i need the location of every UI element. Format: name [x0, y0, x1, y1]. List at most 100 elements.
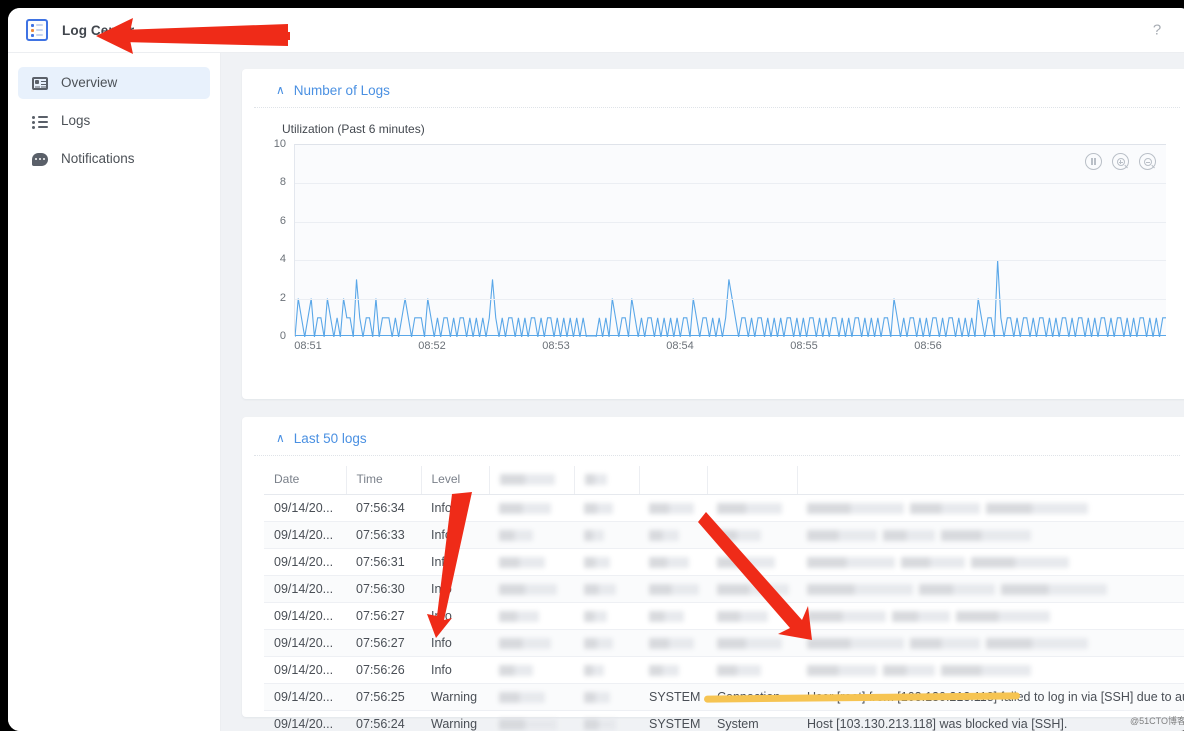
- table-row[interactable]: 09/14/20... 07:56:25 Warning SYSTEM Connecti…: [264, 683, 1184, 711]
- log-count-line: [295, 145, 1166, 337]
- cell-blurred-4: [707, 521, 797, 549]
- redacted-block: [807, 611, 886, 623]
- cell-blurred-2: [574, 629, 639, 657]
- table-row[interactable]: 09/14/20... 07:56:26 Info: [264, 656, 1184, 684]
- cell-blurred-2: [574, 494, 639, 522]
- redacted-block: [649, 503, 694, 515]
- cell-date: 09/14/20...: [264, 629, 346, 657]
- log-center-window: Log Center ? Overview Logs Notifications…: [8, 8, 1184, 731]
- cell-blurred-1: [489, 521, 574, 549]
- cell-level: Warning: [421, 710, 489, 731]
- cell-blurred-5: [797, 602, 1184, 630]
- sidebar-item-logs[interactable]: Logs: [18, 105, 210, 137]
- cell-date: 09/14/20...: [264, 521, 346, 549]
- number-of-logs-header[interactable]: ∧ Number of Logs: [254, 69, 1180, 108]
- cell-date: 09/14/20...: [264, 710, 346, 731]
- plot-area[interactable]: [294, 144, 1166, 336]
- y-axis: 0 2 4 6 8 10: [264, 138, 286, 342]
- column-header-date[interactable]: Date: [264, 466, 347, 495]
- redacted-block: [584, 638, 613, 650]
- cell-blurred-3: [639, 548, 707, 576]
- redacted-block: [807, 503, 904, 515]
- redacted-block: [584, 719, 616, 731]
- cell-message: User [root] from [103.130.213.118] faile…: [797, 683, 1184, 711]
- table-row[interactable]: 09/14/20... 07:56:30 Info: [264, 575, 1184, 603]
- table-row[interactable]: 09/14/20... 07:56:34 Info: [264, 494, 1184, 522]
- cell-blurred-3: [639, 629, 707, 657]
- cell-time: 07:56:30: [346, 575, 421, 603]
- column-header-blurred-3[interactable]: [639, 466, 708, 495]
- redacted-block: [499, 557, 545, 569]
- y-axis-tick: 4: [279, 253, 286, 266]
- redacted-block: [499, 611, 539, 623]
- sidebar-item-notifications[interactable]: Notifications: [18, 143, 210, 175]
- redacted-block: [807, 557, 895, 569]
- gridline: [295, 183, 1166, 185]
- sidebar-item-label: Overview: [61, 75, 118, 91]
- table-row[interactable]: 09/14/20... 07:56:24 Warning SYSTEM System Ho…: [264, 710, 1184, 731]
- cell-blurred-1: [489, 494, 574, 522]
- cell-blurred-5: [797, 629, 1184, 657]
- chart-container: Utilization (Past 6 minutes) 0 2 4 6 8 10: [242, 108, 1184, 376]
- zoom-in-button[interactable]: [1112, 153, 1129, 170]
- y-axis-tick: 8: [279, 176, 286, 189]
- zoom-out-button[interactable]: [1139, 153, 1156, 170]
- chevron-up-icon[interactable]: ∧: [276, 431, 285, 445]
- y-axis-tick: 2: [279, 291, 286, 304]
- cell-date: 09/14/20...: [264, 656, 346, 684]
- cell-blurred-3: [639, 575, 707, 603]
- redacted-block: [649, 584, 699, 596]
- redacted-block: [499, 692, 545, 704]
- cell-blurred-1: [489, 602, 574, 630]
- redacted-block: [649, 611, 684, 623]
- redacted-block: [499, 530, 533, 542]
- cell-date: 09/14/20...: [264, 575, 346, 603]
- chevron-up-icon[interactable]: ∧: [276, 83, 285, 97]
- column-header-time[interactable]: Time: [346, 466, 422, 495]
- main-content: ∧ Number of Logs Utilization (Past 6 min…: [221, 53, 1184, 731]
- cell-blurred-3: [639, 521, 707, 549]
- cell-blurred-4: [707, 629, 797, 657]
- last-50-logs-header[interactable]: ∧ Last 50 logs: [254, 417, 1180, 456]
- table-row[interactable]: 09/14/20... 07:56:31 Info: [264, 548, 1184, 576]
- cell-blurred-4: [707, 575, 797, 603]
- redacted-block: [717, 557, 775, 569]
- cell-level: Info: [421, 629, 489, 657]
- cell-blurred-4: [707, 656, 797, 684]
- column-header-level[interactable]: Level: [421, 466, 490, 495]
- help-icon[interactable]: ?: [1148, 22, 1166, 39]
- cell-blurred-5: [797, 494, 1184, 522]
- column-header-blurred-4[interactable]: [707, 466, 798, 495]
- cell-time: 07:56:26: [346, 656, 421, 684]
- cell-blurred-5: [797, 548, 1184, 576]
- redacted-block: [499, 638, 551, 650]
- cell-blurred-3: [639, 656, 707, 684]
- table-row[interactable]: 09/14/20... 07:56:33 Info: [264, 521, 1184, 549]
- cell-blurred-2: [574, 575, 639, 603]
- table-row[interactable]: 09/14/20... 07:56:27 Info: [264, 629, 1184, 657]
- cell-date: 09/14/20...: [264, 494, 346, 522]
- cell-blurred-5: [797, 521, 1184, 549]
- cell-source: SYSTEM: [639, 710, 707, 731]
- cell-blurred-4: [707, 548, 797, 576]
- column-header-blurred-2[interactable]: [574, 466, 640, 495]
- redacted-block: [499, 719, 557, 731]
- redacted-block: [901, 557, 965, 569]
- column-header-blurred-1[interactable]: [489, 466, 575, 495]
- chart-area: 0 2 4 6 8 10 08:51 08:52 08:53 08:54 08:55 08:56: [264, 138, 1166, 356]
- redacted-block: [584, 665, 604, 677]
- cell-level: Info: [421, 494, 489, 522]
- cell-blurred-3: [639, 494, 707, 522]
- redacted-block: [717, 530, 761, 542]
- x-axis-tick: 08:52: [418, 340, 446, 352]
- redacted-block: [649, 638, 694, 650]
- redacted-block: [910, 638, 980, 650]
- table-row[interactable]: 09/14/20... 07:56:27 Info: [264, 602, 1184, 630]
- pause-button[interactable]: [1085, 153, 1102, 170]
- redacted-block: [807, 638, 904, 650]
- column-header-blurred-5[interactable]: [797, 466, 1184, 495]
- sidebar-item-overview[interactable]: Overview: [18, 67, 210, 99]
- logs-table: Date Time Level 09/14/20... 07:56:34 Info 0…: [264, 466, 1184, 731]
- redacted-block: [941, 665, 1031, 677]
- cell-date: 09/14/20...: [264, 548, 346, 576]
